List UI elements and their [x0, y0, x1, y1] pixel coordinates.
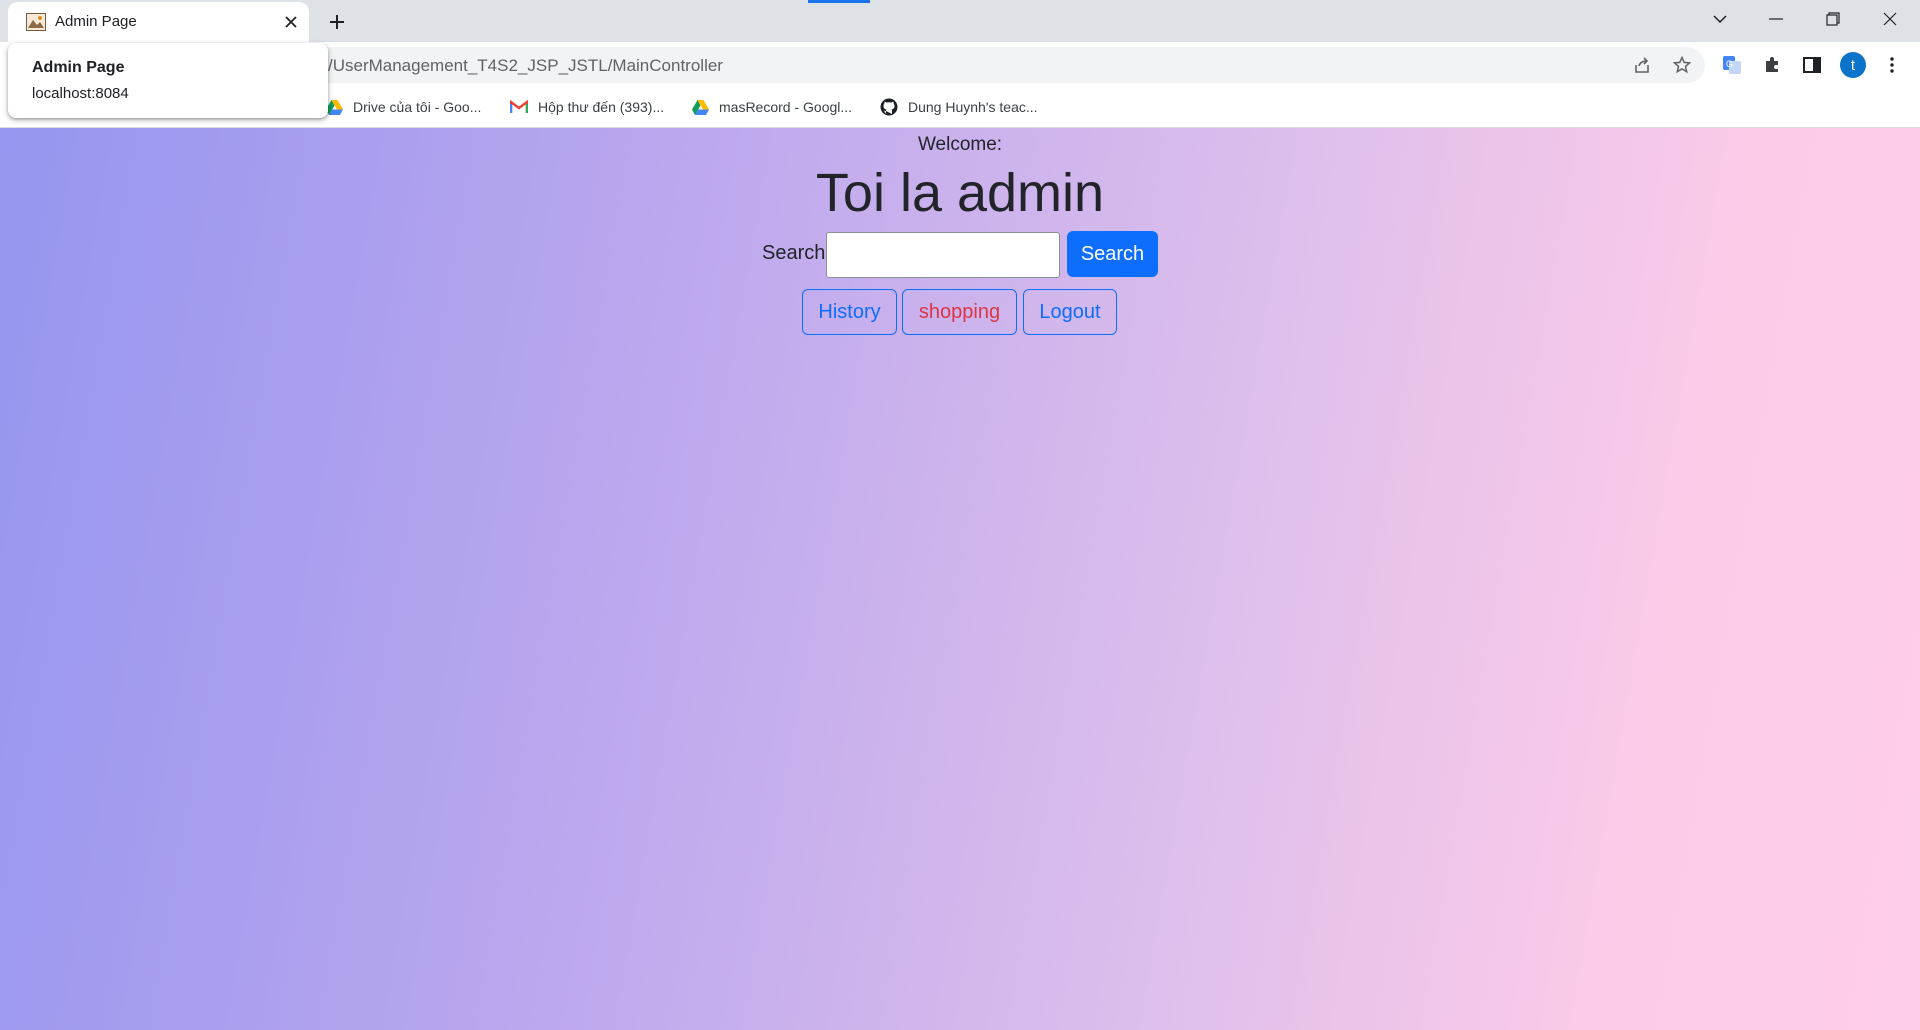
bookmark-item[interactable]: Drive của tôi - Goo... [326, 96, 481, 118]
google-drive-icon [326, 99, 343, 115]
extensions-puzzle-icon[interactable] [1754, 42, 1790, 87]
bookmark-item[interactable]: Dung Huynh's teac... [880, 96, 1038, 118]
history-button[interactable]: History [802, 289, 897, 335]
search-button[interactable]: Search [1067, 231, 1158, 277]
hover-card-domain: localhost:8084 [32, 85, 129, 102]
address-bar[interactable]: /UserManagement_T4S2_JSP_JSTL/MainContro… [160, 47, 1705, 83]
loading-indicator [808, 0, 870, 3]
bookmark-label: Drive của tôi - Goo... [353, 99, 482, 115]
profile-avatar[interactable]: t [1840, 52, 1866, 78]
logout-button[interactable]: Logout [1023, 289, 1117, 335]
welcome-text: Welcome: [917, 134, 1003, 155]
google-drive-icon [692, 99, 709, 115]
search-form: Search Search [762, 230, 1162, 278]
close-window-icon[interactable] [1862, 0, 1918, 38]
search-input[interactable] [826, 232, 1060, 278]
close-tab-icon[interactable] [280, 11, 302, 33]
more-menu-icon[interactable] [1874, 42, 1910, 87]
tab-title: Admin Page [55, 13, 137, 30]
share-icon[interactable] [1624, 42, 1660, 87]
tab-search-chevron-icon[interactable] [1692, 0, 1748, 38]
new-tab-plus-icon[interactable] [324, 9, 350, 35]
bookmark-star-icon[interactable] [1664, 42, 1700, 87]
tab-strip: Admin Page [0, 0, 1920, 42]
address-url: /UserManagement_T4S2_JSP_JSTL/MainContro… [328, 56, 723, 75]
bookmark-label: Hộp thư đến (393)... [538, 99, 665, 115]
minimize-icon[interactable] [1748, 0, 1804, 38]
tab-hover-card: Admin Page localhost:8084 [8, 43, 328, 118]
google-translate-icon[interactable]: G [1714, 42, 1750, 87]
bookmark-label: masRecord - Googl... [719, 99, 853, 115]
tab-admin-page[interactable]: Admin Page [8, 2, 309, 42]
hover-card-title: Admin Page [32, 59, 125, 76]
side-panel-icon[interactable] [1794, 42, 1830, 87]
shopping-button[interactable]: shopping [902, 289, 1017, 335]
page-body: Welcome: Toi la admin Search Search Hist… [0, 128, 1920, 1030]
page-title: Toi la admin [815, 163, 1105, 223]
restore-icon[interactable] [1805, 0, 1861, 38]
search-label: Search [762, 242, 826, 264]
favicon-icon [26, 13, 46, 31]
svg-text:G: G [1726, 59, 1733, 69]
bookmark-label: Dung Huynh's teac... [908, 99, 1038, 115]
github-icon [880, 98, 898, 116]
gmail-icon [510, 100, 528, 113]
bookmark-item[interactable]: Hộp thư đến (393)... [510, 96, 664, 118]
bookmark-item[interactable]: masRecord - Googl... [692, 96, 852, 118]
